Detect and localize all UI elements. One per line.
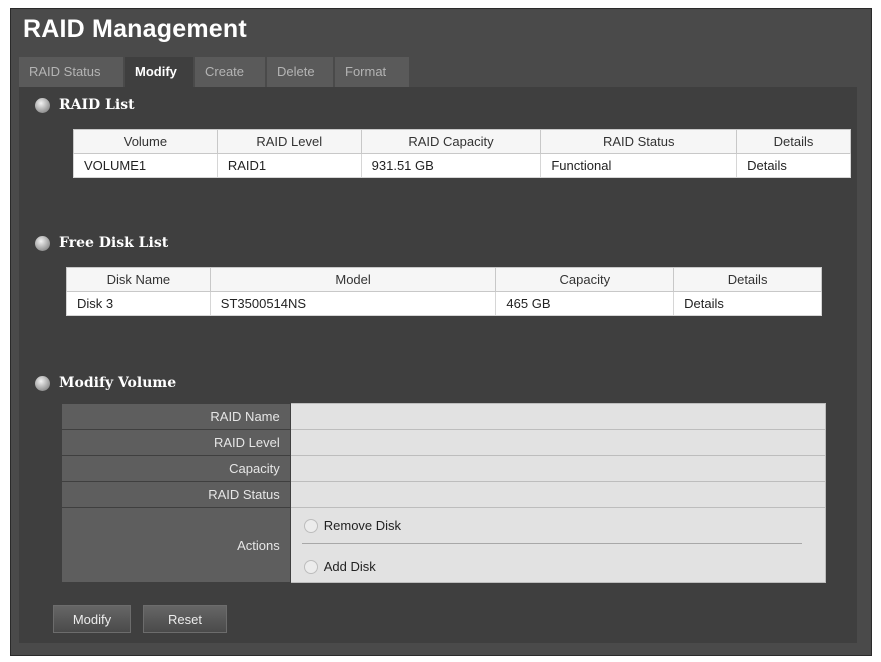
- bullet-icon: [35, 97, 50, 113]
- add-disk-option[interactable]: Add Disk: [303, 559, 376, 574]
- actions-label: Actions: [61, 507, 291, 583]
- remove-disk-label: Remove Disk: [323, 518, 402, 533]
- modify-volume-form: RAID Name RAID Level Capacity RAID Statu…: [61, 403, 827, 583]
- raid-name-label: RAID Name: [61, 403, 291, 430]
- free-disk-table: Disk Name Model Capacity Details Disk 3 …: [66, 267, 822, 316]
- tab-modify[interactable]: Modify: [125, 57, 193, 87]
- tab-bar: RAID Status Modify Create Delete Format: [19, 57, 411, 87]
- tab-format[interactable]: Format: [335, 57, 409, 87]
- column-header: Volume: [73, 129, 218, 154]
- model-cell: ST3500514NS: [209, 291, 497, 316]
- capacity-field[interactable]: [289, 455, 827, 482]
- add-disk-label: Add Disk: [323, 559, 376, 574]
- bullet-icon: [35, 235, 50, 251]
- modify-volume-header: Modify Volume: [35, 375, 176, 391]
- tab-raid-status[interactable]: RAID Status: [19, 57, 123, 87]
- raid-capacity-cell: 931.51 GB: [360, 153, 542, 178]
- column-header: Details: [673, 267, 822, 292]
- column-header: Disk Name: [66, 267, 211, 292]
- modify-panel: RAID List Volume RAID Level RAID Capacit…: [19, 87, 857, 643]
- volume-cell: VOLUME1: [73, 153, 218, 178]
- table-header-row: Volume RAID Level RAID Capacity RAID Sta…: [73, 129, 851, 154]
- radio-icon[interactable]: [303, 518, 318, 533]
- raid-status-cell: Functional: [540, 153, 738, 178]
- table-row[interactable]: Disk 3 ST3500514NS 465 GB Details: [66, 291, 822, 316]
- reset-button[interactable]: Reset: [143, 605, 227, 633]
- tab-delete[interactable]: Delete: [267, 57, 333, 87]
- column-header: Details: [736, 129, 851, 154]
- modify-button[interactable]: Modify: [53, 605, 131, 633]
- column-header: Model: [209, 267, 497, 292]
- free-disk-list-title: Free Disk List: [59, 235, 169, 251]
- raid-list-header: RAID List: [35, 97, 135, 113]
- raid-level-label: RAID Level: [61, 429, 291, 456]
- raid-status-field[interactable]: [289, 481, 827, 508]
- raid-level-field[interactable]: [289, 429, 827, 456]
- tab-create[interactable]: Create: [195, 57, 265, 87]
- capacity-label: Capacity: [61, 455, 291, 482]
- free-disk-list-header: Free Disk List: [35, 235, 168, 251]
- divider: [301, 543, 802, 544]
- raid-list-title: RAID List: [59, 97, 135, 113]
- modify-volume-title: Modify Volume: [59, 375, 177, 391]
- column-header: RAID Status: [540, 129, 738, 154]
- details-link[interactable]: Details: [736, 153, 851, 178]
- column-header: RAID Level: [216, 129, 362, 154]
- table-row[interactable]: VOLUME1 RAID1 931.51 GB Functional Detai…: [73, 153, 851, 178]
- actions-cell: Remove Disk Add Disk: [289, 507, 827, 583]
- column-header: RAID Capacity: [360, 129, 542, 154]
- page-title: RAID Management: [23, 15, 247, 43]
- column-header: Capacity: [495, 267, 675, 292]
- capacity-cell: 465 GB: [495, 291, 675, 316]
- raid-list-table: Volume RAID Level RAID Capacity RAID Sta…: [73, 129, 851, 178]
- raid-status-label: RAID Status: [61, 481, 291, 508]
- remove-disk-option[interactable]: Remove Disk: [303, 518, 402, 533]
- raid-management-window: RAID Management RAID Status Modify Creat…: [10, 8, 872, 656]
- bullet-icon: [35, 375, 50, 391]
- table-header-row: Disk Name Model Capacity Details: [66, 267, 822, 292]
- details-link[interactable]: Details: [673, 291, 822, 316]
- radio-icon[interactable]: [303, 559, 318, 574]
- disk-name-cell: Disk 3: [66, 291, 211, 316]
- raid-level-cell: RAID1: [216, 153, 362, 178]
- raid-name-field[interactable]: [289, 403, 827, 430]
